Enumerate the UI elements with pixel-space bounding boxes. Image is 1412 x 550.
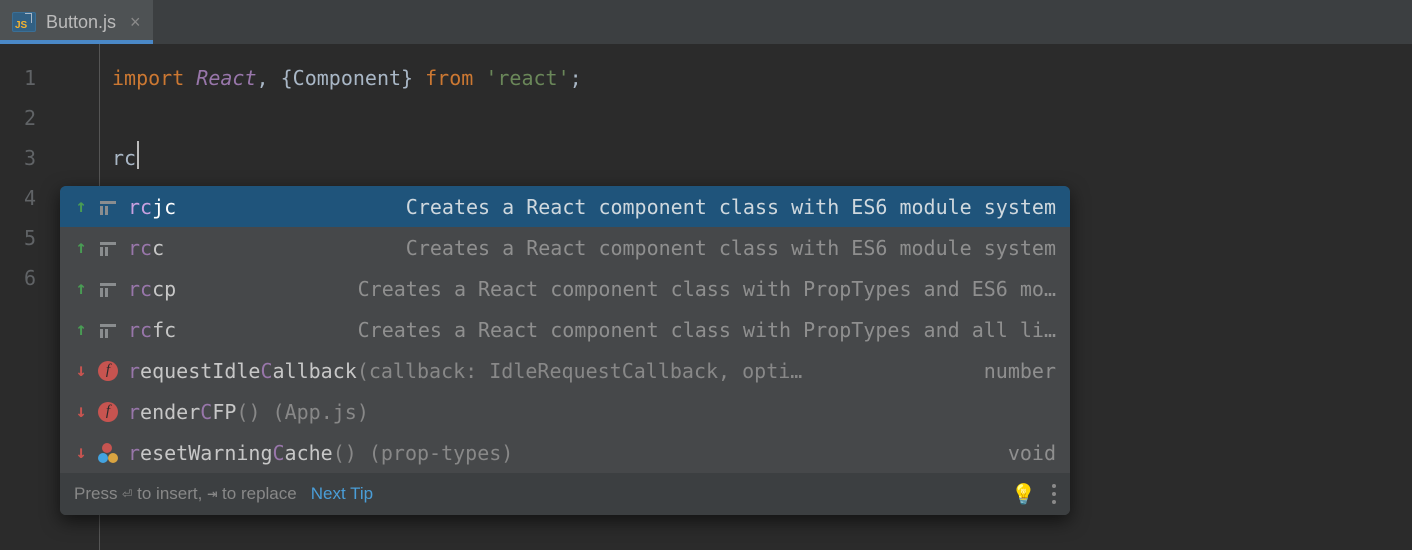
lightbulb-icon[interactable]: 💡	[1011, 482, 1036, 507]
completion-description: Creates a React component class with ES6…	[388, 195, 1056, 219]
function-icon: f	[98, 402, 118, 422]
arrow-down-icon: ↓	[74, 442, 88, 463]
identifier-react: React	[196, 66, 256, 90]
autocomplete-popup: ↑ rcjc Creates a React component class wit…	[60, 186, 1070, 515]
completion-label: requestIdleCallback(callback: IdleReques…	[128, 359, 802, 383]
arrow-up-icon: ↑	[74, 278, 88, 299]
code-line-1[interactable]: import React, {Component} from 'react';	[60, 58, 1412, 98]
completion-item[interactable]: ↑ rccp Creates a React component class wit…	[60, 268, 1070, 309]
completion-item[interactable]: ↓ resetWarningCache() (prop-types) void	[60, 432, 1070, 473]
file-tab[interactable]: Button.js ×	[0, 0, 153, 44]
arrow-up-icon: ↑	[74, 319, 88, 340]
live-template-icon	[98, 322, 118, 338]
identifier-component: Component	[293, 66, 401, 90]
completion-label: rccp	[128, 277, 176, 301]
live-template-icon	[98, 240, 118, 256]
footer-hint: Press ⏎ to insert, ⇥ to replace	[74, 484, 297, 504]
completion-label: rcfc	[128, 318, 176, 342]
completion-description: Creates a React component class with ES6…	[388, 236, 1056, 260]
completion-footer: Press ⏎ to insert, ⇥ to replace Next Tip 💡	[60, 473, 1070, 515]
arrow-up-icon: ↑	[74, 237, 88, 258]
arrow-down-icon: ↓	[74, 401, 88, 422]
brace: }	[401, 66, 425, 90]
completion-label: rcc	[128, 236, 164, 260]
live-template-icon	[98, 199, 118, 215]
completion-item[interactable]: ↑ rcfc Creates a React component class wit…	[60, 309, 1070, 350]
multi-icon	[98, 443, 118, 463]
line-number: 2	[0, 98, 36, 138]
close-icon[interactable]: ×	[126, 13, 141, 31]
next-tip-link[interactable]: Next Tip	[311, 484, 373, 504]
tab-bar: Button.js ×	[0, 0, 1412, 44]
live-template-icon	[98, 281, 118, 297]
line-number: 3	[0, 138, 36, 178]
completion-item[interactable]: ↓ f renderCFP() (App.js)	[60, 391, 1070, 432]
kebab-menu-icon[interactable]	[1052, 484, 1056, 504]
line-number: 5	[0, 218, 36, 258]
comma: ,	[257, 66, 269, 90]
completion-return-type: number	[968, 359, 1056, 383]
completion-description: Creates a React component class with Pro…	[340, 277, 1056, 301]
completion-label: renderCFP() (App.js)	[128, 400, 369, 424]
text-cursor	[137, 141, 139, 169]
code-line-2[interactable]	[60, 98, 1412, 138]
completion-label: rcjc	[128, 195, 176, 219]
line-number: 1	[0, 58, 36, 98]
completion-item[interactable]: ↑ rcjc Creates a React component class wit…	[60, 186, 1070, 227]
js-file-icon	[12, 12, 36, 32]
line-number: 4	[0, 178, 36, 218]
code-line-3[interactable]: rc	[60, 138, 1412, 178]
line-number: 6	[0, 258, 36, 298]
arrow-up-icon: ↑	[74, 196, 88, 217]
string-literal: 'react'	[485, 66, 569, 90]
arrow-down-icon: ↓	[74, 360, 88, 381]
completion-item[interactable]: ↓ f requestIdleCallback(callback: IdleRequ…	[60, 350, 1070, 391]
completion-return-type: void	[992, 441, 1056, 465]
function-icon: f	[98, 361, 118, 381]
tab-filename: Button.js	[46, 12, 116, 33]
completion-description: Creates a React component class with Pro…	[340, 318, 1056, 342]
typed-text: rc	[112, 146, 136, 170]
completion-item[interactable]: ↑ rcc Creates a React component class with…	[60, 227, 1070, 268]
keyword-from: from	[425, 66, 473, 90]
brace: {	[269, 66, 293, 90]
semicolon: ;	[570, 66, 582, 90]
completion-label: resetWarningCache() (prop-types)	[128, 441, 513, 465]
line-number-gutter: 1 2 3 4 5 6	[0, 44, 60, 550]
keyword-import: import	[112, 66, 184, 90]
